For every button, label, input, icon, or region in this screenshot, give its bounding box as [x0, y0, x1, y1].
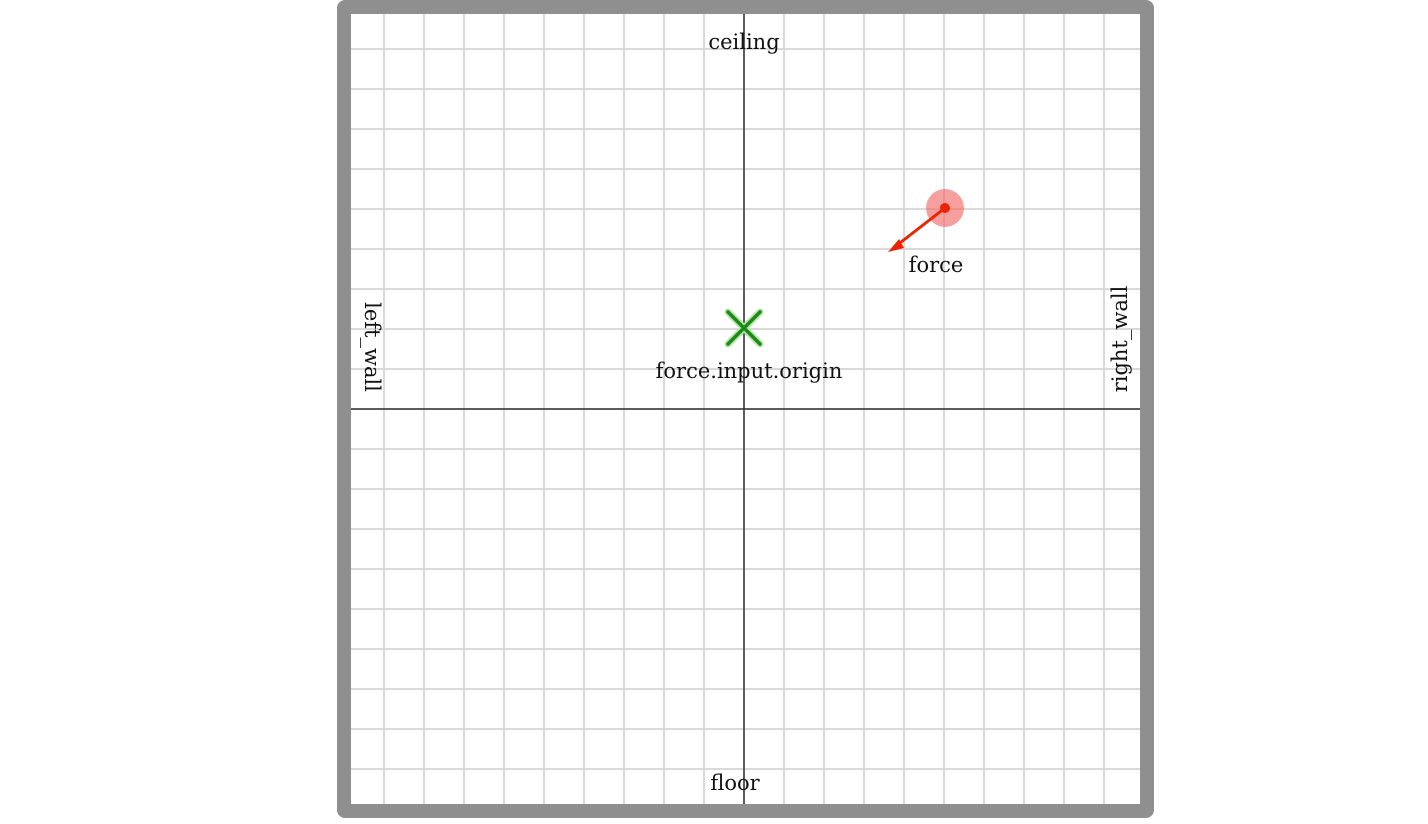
floor-label: floor	[710, 771, 760, 795]
right-wall-label: right_wall	[1108, 285, 1132, 392]
ceiling-label: ceiling	[708, 30, 779, 54]
force-handle-dot[interactable]	[940, 203, 950, 213]
canvas-frame: ceiling floor left_wall right_wall force…	[337, 0, 1154, 818]
plot-area[interactable]: ceiling floor left_wall right_wall force…	[351, 14, 1140, 804]
left-wall-label: left_wall	[360, 302, 384, 392]
force-label: force	[909, 253, 964, 277]
diagram-svg[interactable]: ceiling floor left_wall right_wall force…	[351, 14, 1140, 804]
origin-label: force.input.origin	[656, 359, 843, 383]
